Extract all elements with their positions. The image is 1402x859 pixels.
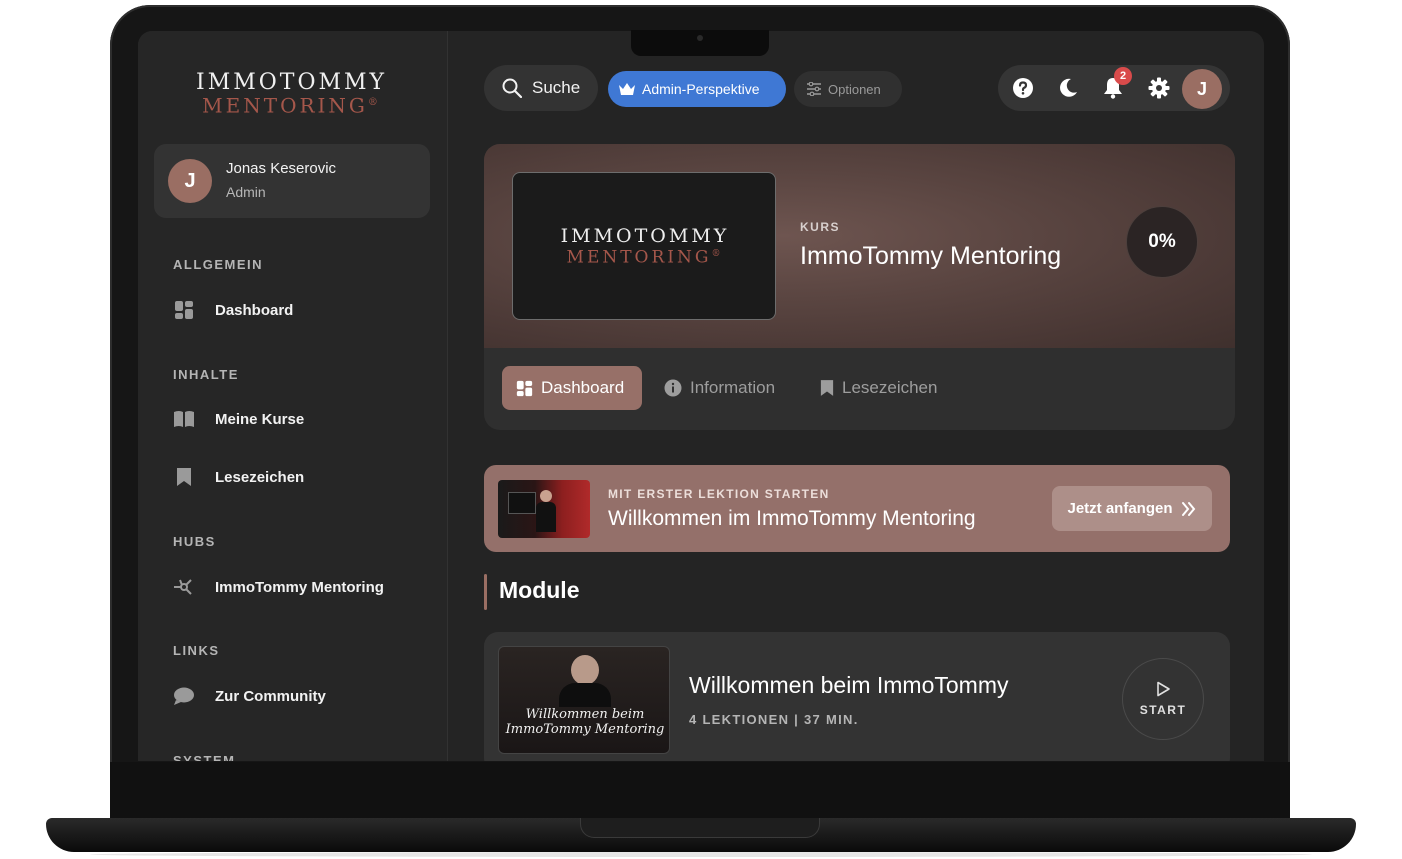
section-label-system: SYSTEM [173, 753, 236, 761]
info-icon [664, 379, 682, 397]
tab-lesezeichen[interactable]: Lesezeichen [806, 366, 952, 410]
settings-gear-icon[interactable] [1146, 75, 1172, 101]
sidebar-item-label: ImmoTommy Mentoring [215, 578, 384, 596]
module-thumbnail: Willkommen beim ImmoTommy Mentoring [498, 646, 670, 754]
module-card[interactable]: Willkommen beim ImmoTommy Mentoring Will… [484, 632, 1230, 761]
module-thumbnail-caption-line-2: ImmoTommy Mentoring [505, 722, 665, 737]
start-banner-kicker: MIT ERSTER LEKTION STARTEN [608, 487, 830, 501]
sidebar-item-label: Lesezeichen [215, 468, 305, 486]
bookmark-icon [820, 379, 834, 397]
help-icon[interactable] [1010, 75, 1036, 101]
tab-label: Dashboard [541, 378, 625, 397]
dark-mode-icon[interactable] [1055, 75, 1081, 101]
laptop-bezel [110, 762, 1290, 820]
module-start-button[interactable]: START [1122, 658, 1204, 740]
course-thumbnail: IMMOTOMMY MENTORING® [512, 172, 776, 320]
logo-line-2-text: MENTORING [202, 93, 368, 118]
course-progress: 0% [1126, 206, 1198, 278]
module-thumbnail-caption-line-1: Willkommen beim [525, 707, 645, 722]
lesson-thumbnail [498, 480, 590, 538]
brand-logo[interactable]: IMMOTOMMY MENTORING® [196, 70, 388, 116]
notification-bell-icon[interactable]: 2 [1100, 67, 1132, 101]
tab-label: Information [690, 378, 776, 397]
start-now-button[interactable]: Jetzt anfangen [1052, 486, 1212, 531]
start-now-label: Jetzt anfangen [1067, 500, 1173, 517]
app-screen: IMMOTOMMY MENTORING® J Jonas Keserovic A… [138, 31, 1264, 761]
module-title: Willkommen beim ImmoTommy [689, 672, 1009, 698]
sidebar-item-label: Meine Kurse [215, 410, 305, 428]
admin-perspective-button[interactable]: Admin-Perspektive [608, 71, 786, 107]
dashboard-icon [516, 380, 533, 397]
profile-avatar[interactable]: J [1182, 69, 1222, 109]
bookmark-icon [173, 466, 195, 488]
tab-dashboard[interactable]: Dashboard [502, 366, 642, 410]
module-start-label: START [1139, 703, 1187, 717]
registered-mark: ® [367, 97, 381, 108]
tab-information[interactable]: Information [650, 366, 800, 410]
crown-icon [618, 82, 636, 96]
course-header: IMMOTOMMY MENTORING® KURS ImmoTommy Ment… [484, 144, 1235, 430]
thumb-logo-line-1: IMMOTOMMY [560, 225, 730, 247]
options-button[interactable]: Optionen [794, 71, 902, 107]
thumb-logo-line-2: MENTORING® [513, 245, 777, 267]
double-chevron-right-icon [1181, 501, 1197, 517]
sidebar-item-label: Zur Community [215, 687, 326, 705]
course-title: ImmoTommy Mentoring [800, 242, 1062, 270]
course-kicker: KURS [800, 220, 841, 234]
admin-perspective-label: Admin-Perspektive [642, 81, 760, 97]
section-label-hubs: HUBS [173, 534, 216, 549]
module-heading-accent [484, 574, 487, 610]
module-meta: 4 LEKTIONEN | 37 MIN. [689, 712, 859, 727]
thumb-logo-line-2-text: MENTORING [566, 247, 712, 268]
toolbar-actions: 2 J [998, 65, 1230, 111]
start-banner-title: Willkommen im ImmoTommy Mentoring [608, 507, 976, 530]
play-icon [1155, 681, 1171, 697]
module-heading: Module [499, 577, 580, 603]
tab-label: Lesezeichen [842, 378, 938, 397]
laptop-base-groove [580, 818, 820, 838]
hub-icon [173, 576, 195, 598]
sidebar-item-community[interactable]: Zur Community [173, 681, 423, 711]
course-thumbnail-logo: IMMOTOMMY MENTORING® [513, 227, 777, 267]
camera-icon [697, 35, 703, 41]
camera-notch [631, 30, 769, 56]
sidebar: IMMOTOMMY MENTORING® J Jonas Keserovic A… [138, 31, 448, 761]
user-role: Admin [226, 184, 266, 200]
user-name: Jonas Keserovic [226, 160, 337, 177]
user-avatar: J [168, 159, 212, 203]
section-label-links: LINKS [173, 643, 220, 658]
section-label-allgemein: ALLGEMEIN [173, 257, 264, 272]
logo-line-2: MENTORING® [196, 93, 387, 116]
sidebar-item-dashboard[interactable]: Dashboard [173, 295, 423, 325]
dashboard-icon [173, 299, 195, 321]
sidebar-item-lesezeichen[interactable]: Lesezeichen [173, 462, 423, 492]
section-label-inhalte: INHALTE [173, 367, 239, 382]
sidebar-item-hub-immotommy[interactable]: ImmoTommy Mentoring [173, 572, 423, 602]
laptop-shadow [90, 852, 1312, 857]
chat-bubble-icon [173, 685, 195, 707]
thumb-registered-mark: ® [711, 249, 724, 259]
user-card[interactable]: J Jonas Keserovic Admin [154, 144, 430, 218]
search-icon [502, 78, 522, 98]
sidebar-item-meine-kurse[interactable]: Meine Kurse [173, 404, 423, 434]
options-label: Optionen [828, 81, 881, 97]
sliders-icon [806, 82, 822, 96]
course-hero: IMMOTOMMY MENTORING® KURS ImmoTommy Ment… [484, 144, 1235, 348]
notification-badge: 2 [1114, 67, 1132, 85]
logo-line-1: IMMOTOMMY [196, 70, 388, 95]
module-thumbnail-caption: Willkommen beim ImmoTommy Mentoring [499, 707, 669, 737]
book-icon [173, 408, 195, 430]
start-lesson-banner[interactable]: MIT ERSTER LEKTION STARTEN Willkommen im… [484, 465, 1230, 552]
search-button[interactable]: Suche [484, 65, 598, 111]
search-label: Suche [532, 78, 581, 97]
sidebar-item-label: Dashboard [215, 301, 294, 319]
